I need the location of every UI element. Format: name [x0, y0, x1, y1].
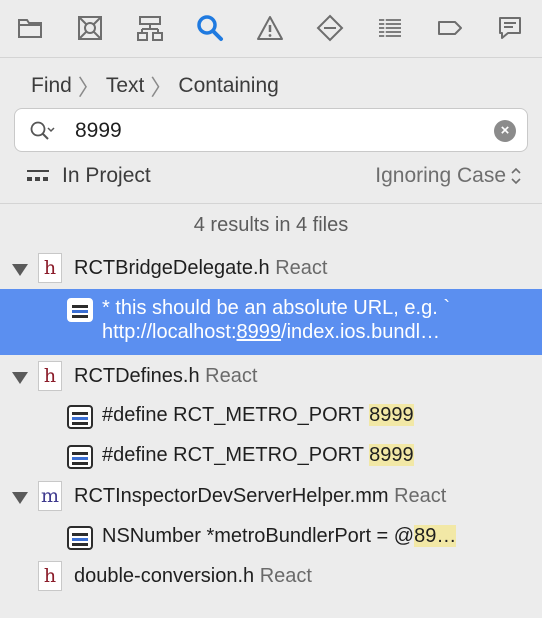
project-name: React	[205, 365, 258, 387]
match-text: * this should be an absolute URL, e.g. `	[102, 297, 450, 319]
header-file-icon: h	[38, 253, 62, 283]
scope-icon	[26, 167, 50, 185]
chevron-right-icon: 〉	[77, 75, 100, 100]
match-context: http://localhost:	[102, 321, 237, 343]
match-row-selected[interactable]: * this should be an absolute URL, e.g. `…	[0, 289, 542, 355]
match-highlight: 89…	[414, 525, 457, 547]
header-file-icon: h	[38, 561, 62, 591]
file-name: RCTBridgeDelegate.h	[74, 257, 270, 279]
search-scope[interactable]: In Project	[26, 164, 151, 188]
result-file-row[interactable]: m RCTInspectorDevServerHelper.mm React	[0, 477, 542, 517]
project-name: React	[259, 565, 312, 587]
divider	[0, 203, 542, 204]
disclosure-triangle-icon[interactable]	[12, 264, 28, 276]
match-highlight: 8999	[369, 444, 414, 466]
objc-file-icon: m	[38, 481, 62, 511]
chevron-updown-icon	[511, 167, 521, 185]
match-context: /index.ios.bundl…	[281, 321, 441, 343]
source-control-icon[interactable]	[73, 11, 107, 45]
search-input[interactable]: 8999	[75, 119, 122, 143]
project-name: React	[275, 257, 328, 279]
disclosure-triangle-icon[interactable]	[12, 372, 28, 384]
match-highlight: 8999	[236, 321, 282, 343]
match-context: #define RCT_METRO_PORT	[102, 444, 370, 466]
results-summary: 4 results in 4 files	[193, 214, 349, 236]
file-name: double-conversion.h	[74, 565, 255, 587]
match-row[interactable]: #define RCT_METRO_PORT 8999	[0, 436, 542, 476]
search-options-icon[interactable]	[29, 119, 55, 143]
scope-label: In Project	[62, 164, 151, 187]
result-file-row[interactable]: h double-conversion.h React	[0, 557, 542, 597]
project-name: React	[394, 485, 447, 507]
clear-search-icon[interactable]: ×	[494, 120, 516, 142]
header-file-icon: h	[38, 361, 62, 391]
case-label: Ignoring Case	[375, 164, 506, 187]
match-row[interactable]: #define RCT_METRO_PORT 8999	[0, 396, 542, 436]
text-match-icon	[67, 298, 93, 322]
warning-icon[interactable]	[253, 11, 287, 45]
navigator-toolbar	[0, 0, 542, 58]
result-file-row[interactable]: h RCTDefines.h React	[0, 357, 542, 397]
file-name: RCTDefines.h	[74, 365, 200, 387]
case-sensitivity-popup[interactable]: Ignoring Case	[375, 164, 522, 188]
text-match-icon	[67, 445, 93, 469]
match-context: NSNumber *metroBundlerPort = @	[102, 525, 415, 547]
report-list-icon[interactable]	[373, 11, 407, 45]
folder-icon[interactable]	[13, 11, 47, 45]
find-kind-menu[interactable]: Text	[106, 74, 145, 98]
find-match-menu[interactable]: Containing	[178, 74, 278, 98]
match-context: #define RCT_METRO_PORT	[102, 404, 370, 426]
disclosure-triangle-icon[interactable]	[12, 492, 28, 504]
match-highlight: 8999	[369, 404, 414, 426]
text-match-icon	[67, 526, 93, 550]
file-name: RCTInspectorDevServerHelper.mm	[74, 485, 389, 507]
label-tag-icon[interactable]	[433, 11, 467, 45]
text-match-icon	[67, 405, 93, 429]
message-bubble-icon[interactable]	[493, 11, 527, 45]
hierarchy-icon[interactable]	[133, 11, 167, 45]
match-row[interactable]: NSNumber *metroBundlerPort = @89…	[0, 517, 542, 557]
search-field[interactable]: 8999 ×	[14, 108, 528, 152]
chevron-right-icon: 〉	[150, 75, 173, 100]
search-icon[interactable]	[193, 11, 227, 45]
breakpoint-diamond-icon[interactable]	[313, 11, 347, 45]
result-file-row[interactable]: h RCTBridgeDelegate.h React	[0, 249, 542, 289]
find-breadcrumb: Find 〉 Text 〉 Containing	[31, 70, 279, 102]
find-mode-menu[interactable]: Find	[31, 74, 72, 98]
